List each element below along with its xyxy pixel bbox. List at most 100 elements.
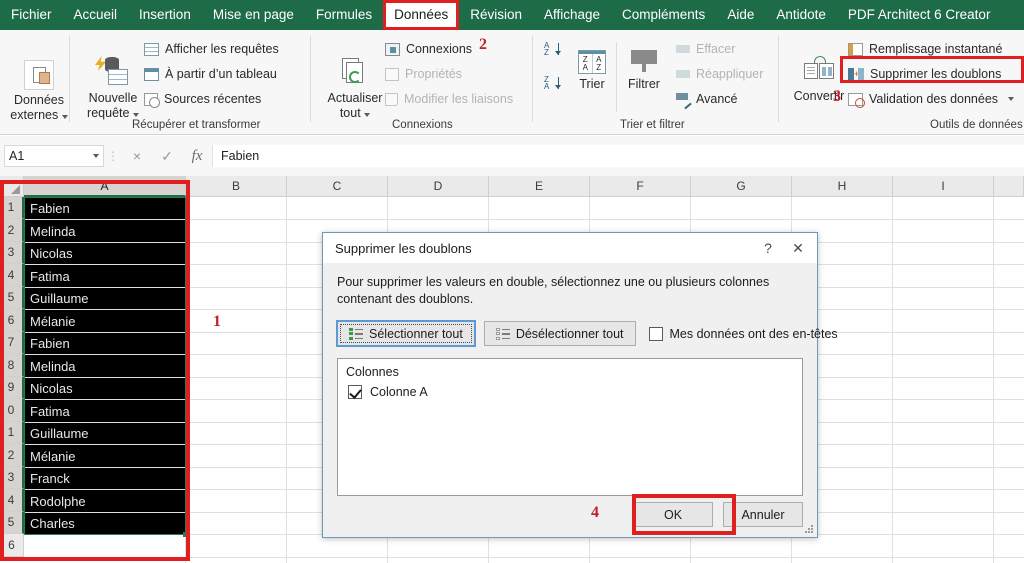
tab-mise-en-page[interactable]: Mise en page <box>202 0 305 30</box>
row-header-6[interactable]: 6 <box>0 309 24 332</box>
cell-a2[interactable]: Melinda <box>24 220 185 242</box>
checkbox-box[interactable] <box>348 385 362 399</box>
column-header-h[interactable]: H <box>792 176 893 197</box>
cell-a8[interactable]: Melinda <box>24 355 185 377</box>
row-header-5[interactable]: 5 <box>0 287 24 309</box>
row-header-14[interactable]: 4 <box>0 489 24 512</box>
remove-duplicates-button[interactable]: + Supprimer les doublons <box>848 63 1001 85</box>
sort-descending-button[interactable]: Z A <box>544 76 561 97</box>
cancel-entry-button[interactable]: × <box>122 148 152 164</box>
row-header-13[interactable]: 3 <box>0 467 24 489</box>
row-header-15[interactable]: 5 <box>0 512 24 534</box>
column-header-d[interactable]: D <box>388 176 489 197</box>
column-header-partial[interactable] <box>994 176 1024 197</box>
name-box-value: A1 <box>9 149 25 163</box>
tab-fichier[interactable]: Fichier <box>0 0 63 30</box>
cell-a14[interactable]: Rodolphe <box>24 490 185 512</box>
dialog-actions-row: Sélectionner tout Désélectionner tout Me… <box>337 321 838 346</box>
cell-a13[interactable]: Franck <box>24 468 185 489</box>
tab-accueil[interactable]: Accueil <box>63 0 129 30</box>
column-header-f[interactable]: F <box>590 176 691 197</box>
sort-button[interactable]: Z A A Z Trier <box>568 50 616 92</box>
ribbon-tab-bar: Fichier Accueil Insertion Mise en page F… <box>0 0 1024 30</box>
tab-affichage[interactable]: Affichage <box>533 0 611 30</box>
confirm-entry-button[interactable]: ✓ <box>152 148 182 165</box>
row-header-1[interactable]: 1 <box>0 197 24 219</box>
cell-a5[interactable]: Guillaume <box>24 288 185 309</box>
tab-insertion[interactable]: Insertion <box>128 0 202 30</box>
dialog-resize-grip[interactable] <box>804 525 814 535</box>
ok-button[interactable]: OK <box>633 502 713 527</box>
column-header-g[interactable]: G <box>691 176 792 197</box>
name-box-caret-icon[interactable] <box>93 154 99 158</box>
cell-a9[interactable]: Nicolas <box>24 378 185 399</box>
external-data-caret-icon[interactable] <box>61 115 68 119</box>
column-header-b[interactable]: B <box>186 176 287 197</box>
cell-a3[interactable]: Nicolas <box>24 243 185 264</box>
column-header-a[interactable]: A <box>24 176 186 197</box>
insert-function-icon[interactable]: fx <box>182 148 212 165</box>
show-queries-button[interactable]: Afficher les requêtes <box>144 38 279 60</box>
advanced-filter-button[interactable]: Avancé <box>676 88 737 110</box>
close-icon[interactable]: ✕ <box>783 235 813 261</box>
column-header-i[interactable]: I <box>893 176 994 197</box>
cell-a15[interactable]: Charles <box>24 513 185 534</box>
my-data-has-headers-checkbox[interactable]: Mes données ont des en-têtes <box>648 326 838 341</box>
row-header-4[interactable]: 4 <box>0 264 24 287</box>
filter-button[interactable]: Filtrer <box>620 48 668 92</box>
row-header-12[interactable]: 2 <box>0 444 24 467</box>
data-validation-caret-icon[interactable] <box>1008 97 1015 101</box>
tab-aide[interactable]: Aide <box>716 0 765 30</box>
row-header-2[interactable]: 2 <box>0 219 24 242</box>
select-all-button[interactable]: Sélectionner tout <box>337 321 475 346</box>
recent-sources-button[interactable]: Sources récentes <box>144 88 261 110</box>
row-header-10[interactable]: 0 <box>0 399 24 422</box>
row-header-8[interactable]: 8 <box>0 354 24 377</box>
cell-a6[interactable]: Mélanie <box>24 310 185 332</box>
tab-complements[interactable]: Compléments <box>611 0 716 30</box>
column-header-e[interactable]: E <box>489 176 590 197</box>
columns-list-item-colonne-a[interactable]: Colonne A <box>346 385 794 399</box>
refresh-all-button[interactable]: Actualiser tout <box>318 58 392 121</box>
cell-a12[interactable]: Mélanie <box>24 445 185 467</box>
cancel-button[interactable]: Annuler <box>723 502 803 527</box>
new-query-caret-icon[interactable] <box>132 113 139 117</box>
row-header-11[interactable]: 1 <box>0 422 24 444</box>
sort-ascending-button[interactable]: A Z <box>544 42 561 63</box>
new-query-button[interactable]: Nouvelle requête <box>76 56 150 121</box>
convert-button[interactable]: Convertir <box>786 56 852 104</box>
cell-a11[interactable]: Guillaume <box>24 423 185 444</box>
cell-a1[interactable]: Fabien <box>24 198 185 219</box>
tab-pdf-architect[interactable]: PDF Architect 6 Creator <box>837 0 1002 30</box>
flash-fill-label: Remplissage instantané <box>869 42 1003 56</box>
deselect-all-button[interactable]: Désélectionner tout <box>483 321 636 346</box>
data-validation-button[interactable]: Validation des données <box>848 88 1015 110</box>
row-header-16[interactable]: 6 <box>0 534 24 557</box>
row-header-9[interactable]: 9 <box>0 377 24 399</box>
name-box[interactable]: A1 <box>4 145 104 167</box>
external-data-button[interactable]: Données externes <box>2 60 76 123</box>
from-table-button[interactable]: À partir d’un tableau <box>144 63 277 85</box>
help-icon[interactable]: ? <box>753 235 783 261</box>
tab-donnees[interactable]: Données <box>383 0 460 30</box>
gridline <box>993 197 994 563</box>
columns-list-box[interactable]: Colonnes Colonne A <box>337 358 803 496</box>
cell-a7[interactable]: Fabien <box>24 333 185 354</box>
row-header-3[interactable]: 3 <box>0 242 24 264</box>
select-all-corner[interactable] <box>0 176 24 197</box>
row-header-7[interactable]: 7 <box>0 332 24 354</box>
column-header-c[interactable]: C <box>287 176 388 197</box>
connections-button[interactable]: Connexions <box>385 38 472 60</box>
formula-bar-more-icon[interactable]: ⋮ <box>104 149 122 163</box>
cell-a10[interactable]: Fatima <box>24 400 185 422</box>
formula-input[interactable]: Fabien <box>212 145 1024 167</box>
tab-formules[interactable]: Formules <box>305 0 383 30</box>
tab-revision[interactable]: Révision <box>459 0 533 30</box>
tab-antidote[interactable]: Antidote <box>765 0 837 30</box>
cell-a4[interactable]: Fatima <box>24 265 185 287</box>
dialog-title-bar[interactable]: Supprimer les doublons ? ✕ <box>323 233 817 263</box>
flash-fill-button[interactable]: Remplissage instantané <box>848 38 1002 60</box>
refresh-all-caret-icon[interactable] <box>364 113 371 117</box>
advanced-filter-icon <box>676 92 690 106</box>
remove-duplicates-icon: + <box>848 67 864 81</box>
